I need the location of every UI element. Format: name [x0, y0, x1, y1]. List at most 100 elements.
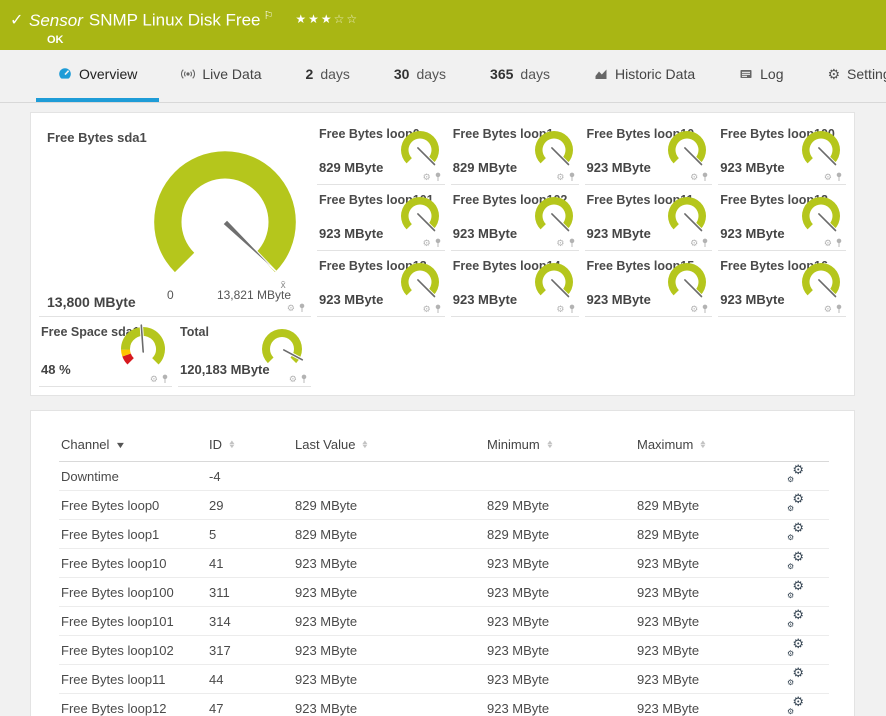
column-header-last-value[interactable]: Last Value▲▼	[293, 429, 485, 462]
mini-gauge-dial	[397, 192, 443, 238]
mini-gauge-dial	[664, 126, 710, 172]
pin-icon[interactable]	[835, 172, 843, 182]
cell-channel: Free Bytes loop102	[59, 636, 207, 665]
tab-30-days[interactable]: 30 days	[372, 50, 468, 102]
tab-2-days[interactable]: 2 days	[284, 50, 372, 102]
live-data-icon	[181, 67, 195, 81]
flag-icon[interactable]: ⚐	[264, 10, 274, 22]
tab-log[interactable]: Log	[717, 50, 805, 102]
pin-icon[interactable]	[568, 304, 576, 314]
cell-minimum: 829 MByte	[485, 520, 635, 549]
column-header-id[interactable]: ID▲▼	[207, 429, 293, 462]
pin-icon[interactable]	[300, 374, 308, 384]
area-chart-icon	[594, 67, 608, 81]
cell-minimum: 829 MByte	[485, 491, 635, 520]
mini-gauge-tile: Free Bytes loop101 923 MByte ⚙	[317, 185, 445, 251]
cell-id: -4	[207, 462, 293, 491]
gauge-settings-gear-icon[interactable]: ⚙	[824, 239, 832, 248]
column-label: Channel	[61, 437, 109, 452]
sort-desc-icon: ▼	[115, 440, 127, 450]
tab-historic-data[interactable]: Historic Data	[572, 50, 717, 102]
channel-settings-icon[interactable]: ⚙⚙	[787, 642, 804, 655]
tab-label: Overview	[79, 66, 137, 82]
pin-icon[interactable]	[835, 304, 843, 314]
pin-icon[interactable]	[568, 238, 576, 248]
gauge-settings-gear-icon[interactable]: ⚙	[287, 304, 295, 313]
gauge-settings-gear-icon[interactable]: ⚙	[556, 305, 564, 314]
gauge-settings-gear-icon[interactable]: ⚙	[423, 305, 431, 314]
gauge-settings-gear-icon[interactable]: ⚙	[423, 239, 431, 248]
pin-icon[interactable]	[434, 172, 442, 182]
star-empty-icons[interactable]: ☆☆	[334, 12, 360, 26]
channel-settings-icon[interactable]: ⚙⚙	[787, 497, 804, 510]
gauge-value: 829 MByte	[453, 160, 517, 175]
priority-stars[interactable]: ★★★☆☆	[295, 12, 359, 26]
tab-label: days	[320, 66, 350, 82]
tab-settings[interactable]: ⚙ Settings	[805, 50, 886, 102]
cell-channel: Free Bytes loop11	[59, 665, 207, 694]
channel-settings-icon[interactable]: ⚙⚙	[787, 700, 804, 713]
pin-icon[interactable]	[701, 304, 709, 314]
gauge-settings-gear-icon[interactable]: ⚙	[556, 173, 564, 182]
cell-channel: Free Bytes loop10	[59, 549, 207, 578]
channel-settings-icon[interactable]: ⚙⚙	[787, 613, 804, 626]
channel-settings-icon[interactable]: ⚙⚙	[787, 584, 804, 597]
cell-maximum: 923 MByte	[635, 549, 785, 578]
channel-settings-icon[interactable]: ⚙⚙	[787, 526, 804, 539]
mini-gauge-tile: Free Bytes loop12 923 MByte ⚙	[718, 185, 846, 251]
log-list-icon	[739, 67, 753, 81]
gauge-settings-gear-icon[interactable]: ⚙	[690, 173, 698, 182]
tab-label: Settings	[847, 66, 886, 82]
cell-minimum: 923 MByte	[485, 694, 635, 716]
pin-icon[interactable]	[835, 238, 843, 248]
pin-icon[interactable]	[434, 238, 442, 248]
pin-icon[interactable]	[434, 304, 442, 314]
cell-maximum: 829 MByte	[635, 520, 785, 549]
gauge-settings-gear-icon[interactable]: ⚙	[690, 305, 698, 314]
gauge-settings-gear-icon[interactable]: ⚙	[423, 173, 431, 182]
channel-settings-icon[interactable]: ⚙⚙	[787, 468, 804, 481]
tab-label: days	[416, 66, 446, 82]
channel-settings-icon[interactable]: ⚙⚙	[787, 671, 804, 684]
cell-maximum: 923 MByte	[635, 607, 785, 636]
gauge-settings-gear-icon[interactable]: ⚙	[824, 173, 832, 182]
status-ok-check-icon: ✓	[10, 10, 23, 30]
column-label: Maximum	[637, 437, 693, 452]
tab-365-days[interactable]: 365 days	[468, 50, 572, 102]
cell-id: 29	[207, 491, 293, 520]
column-header-edit	[785, 429, 829, 462]
star-filled-icons[interactable]: ★★★	[295, 12, 333, 26]
pin-icon[interactable]	[568, 172, 576, 182]
cell-minimum: 923 MByte	[485, 665, 635, 694]
gauge-settings-gear-icon[interactable]: ⚙	[556, 239, 564, 248]
column-header-minimum[interactable]: Minimum▲▼	[485, 429, 635, 462]
table-header-row: Channel ▼ ID▲▼ Last Value▲▼ Minimum▲▼ Max…	[59, 429, 829, 462]
pin-icon[interactable]	[161, 374, 169, 384]
column-label: Minimum	[487, 437, 540, 452]
cell-channel: Free Bytes loop100	[59, 578, 207, 607]
gauge-settings-gear-icon[interactable]: ⚙	[289, 375, 297, 384]
cell-id: 47	[207, 694, 293, 716]
mini-gauge-tile: Free Bytes loop0 829 MByte ⚙	[317, 119, 445, 185]
column-label: ID	[209, 437, 222, 452]
gauge-settings-gear-icon[interactable]: ⚙	[150, 375, 158, 384]
cell-minimum	[485, 462, 635, 491]
tab-overview[interactable]: Overview	[36, 50, 159, 102]
mini-gauge-dial	[531, 192, 577, 238]
mini-gauge-tile: Free Bytes loop15 923 MByte ⚙	[585, 251, 713, 317]
column-header-channel[interactable]: Channel ▼	[59, 429, 207, 462]
channel-settings-icon[interactable]: ⚙⚙	[787, 555, 804, 568]
gauge-value: 120,183 MByte	[180, 362, 270, 377]
cell-minimum: 923 MByte	[485, 549, 635, 578]
pin-icon[interactable]	[701, 238, 709, 248]
pin-icon[interactable]	[298, 303, 306, 313]
pin-icon[interactable]	[701, 172, 709, 182]
gauge-settings-gear-icon[interactable]: ⚙	[690, 239, 698, 248]
tab-live-data[interactable]: Live Data	[159, 50, 283, 102]
cell-last-value: 829 MByte	[293, 520, 485, 549]
gauge-settings-gear-icon[interactable]: ⚙	[824, 305, 832, 314]
column-header-maximum[interactable]: Maximum▲▼	[635, 429, 785, 462]
cell-maximum: 923 MByte	[635, 578, 785, 607]
mini-gauge-dial	[397, 126, 443, 172]
table-row: Downtime -4 ⚙⚙	[59, 462, 829, 491]
